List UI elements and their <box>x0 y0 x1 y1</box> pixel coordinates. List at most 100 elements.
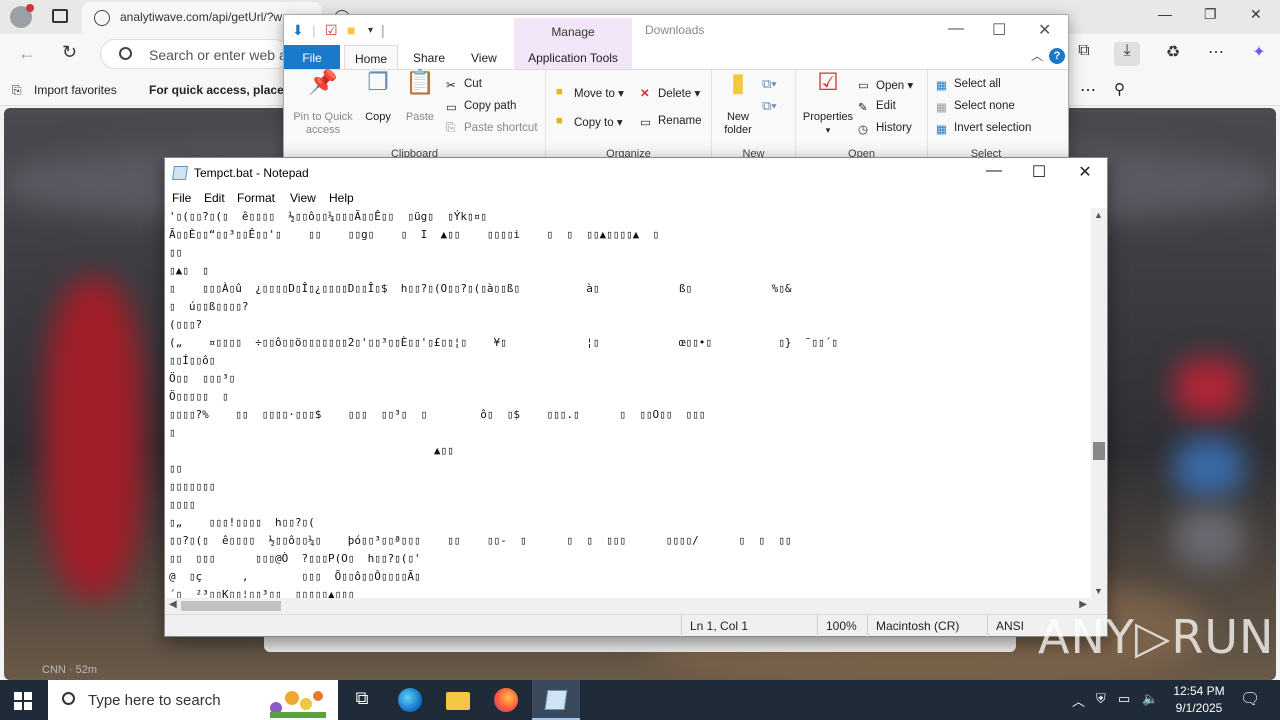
invert-selection-label: Invert selection <box>954 122 1032 134</box>
scroll-right-icon[interactable]: ▶ <box>1079 599 1087 610</box>
tab-application-tools[interactable]: Application Tools <box>514 45 632 69</box>
qat-dropdown-icon[interactable]: ▾ <box>368 25 373 36</box>
security-tray-icon[interactable]: ⛨ <box>1096 691 1106 707</box>
pin-label: Pin to Quick access <box>293 111 353 136</box>
rename-button[interactable]: ▭ Rename <box>640 115 701 129</box>
horizontal-scroll-thumb[interactable] <box>181 601 281 611</box>
menu-format[interactable]: Format <box>237 191 275 205</box>
invert-selection-button[interactable]: ▦ Invert selection <box>936 122 1032 136</box>
scroll-down-icon[interactable]: ▼ <box>1094 586 1103 596</box>
select-all-button[interactable]: ▦ Select all <box>936 78 1001 92</box>
organize-group: ■ Move to ▾ ■ Copy to ▾ ✕ Delete ▾ ▭ Ren… <box>546 70 712 160</box>
select-none-button[interactable]: ▦ Select none <box>936 100 1015 114</box>
folder-icon <box>446 692 470 710</box>
properties-button[interactable]: ☑ Properties ▾ <box>798 71 858 137</box>
copy-to-button[interactable]: ■ Copy to ▾ <box>556 115 623 129</box>
menu-view[interactable]: View <box>290 191 316 205</box>
taskbar-notepad[interactable] <box>532 680 580 720</box>
tab-file[interactable]: File <box>284 45 340 69</box>
back-icon[interactable]: ← <box>18 43 36 64</box>
menu-help[interactable]: Help <box>329 191 354 205</box>
import-favorites-link[interactable]: Import favorites <box>34 83 117 97</box>
menu-file[interactable]: File <box>172 191 191 205</box>
task-view-button[interactable]: ⧉ <box>338 680 386 720</box>
select-all-icon: ▦ <box>936 80 947 92</box>
reload-icon[interactable]: ↻ <box>62 42 77 63</box>
taskbar-search[interactable]: Type here to search <box>48 680 338 720</box>
taskbar-firefox[interactable] <box>482 680 530 720</box>
paste-shortcut-button[interactable]: ⎘ Paste shortcut <box>446 122 538 134</box>
taskbar-clock[interactable]: 12:54 PM 9/1/2025 <box>1168 683 1230 717</box>
copy-path-icon: ▭ <box>446 102 457 114</box>
more-options-icon[interactable]: ⋯ <box>1203 42 1229 66</box>
address-bar[interactable]: Search or enter web a <box>100 39 290 69</box>
new-folder-qat-icon[interactable]: ■ <box>347 22 355 38</box>
clipboard-group: 📌 Pin to Quick access ❐ Copy 📋 Paste ✂ C… <box>284 70 546 160</box>
scroll-up-icon[interactable]: ▲ <box>1094 210 1103 220</box>
taskbar-edge[interactable] <box>386 680 434 720</box>
browser-tab-url: analytiwave.com/api/getUrl/?w <box>120 10 283 24</box>
menu-edit[interactable]: Edit <box>204 191 225 205</box>
notepad-minimize-button[interactable]: — <box>971 162 1017 184</box>
tab-actions-icon[interactable] <box>52 9 68 23</box>
horizontal-scrollbar[interactable]: ◀ ▶ <box>165 598 1091 614</box>
notepad-close-button[interactable]: ✕ <box>1062 162 1108 184</box>
copilot-icon[interactable]: ✦ <box>1246 42 1272 66</box>
pin-to-quick-access-button[interactable]: 📌 Pin to Quick access <box>288 71 358 137</box>
vertical-scrollbar[interactable]: ▲ ▼ <box>1091 208 1107 598</box>
cut-button[interactable]: ✂ Cut <box>446 78 482 92</box>
volume-icon[interactable]: 🔈 <box>1142 691 1158 707</box>
delete-button[interactable]: ✕ Delete ▾ <box>640 86 700 100</box>
taskbar-file-explorer[interactable] <box>434 680 482 720</box>
downloads-icon[interactable]: ⤓ <box>1114 42 1140 66</box>
easy-access-icon[interactable]: ⧉▾ <box>762 98 777 114</box>
collapse-ribbon-icon[interactable]: ︿ <box>1031 47 1043 64</box>
task-view-icon: ⧉ <box>355 688 369 708</box>
move-to-button[interactable]: ■ Move to ▾ <box>556 86 624 100</box>
profile-avatar[interactable] <box>10 4 34 28</box>
browser-restore-button[interactable]: ❐ <box>1204 6 1217 23</box>
copy-path-button[interactable]: ▭ Copy path <box>446 100 516 114</box>
show-hidden-icons[interactable]: ︿ <box>1072 691 1085 710</box>
paste-shortcut-icon: ⎘ <box>446 122 456 134</box>
help-icon[interactable]: ? <box>1049 48 1065 64</box>
scissors-icon: ✂ <box>446 80 456 92</box>
network-icon[interactable]: ▭ <box>1118 691 1130 707</box>
tab-share[interactable]: Share <box>413 51 445 65</box>
paste-button[interactable]: 📋 Paste <box>401 71 439 124</box>
properties-qat-icon[interactable]: ☑ <box>325 22 338 39</box>
notepad-icon <box>544 690 568 710</box>
ribbon-tabs: File Home Share View Application Tools ︿… <box>284 45 1068 70</box>
vertical-scroll-thumb[interactable] <box>1093 442 1105 460</box>
more-icon[interactable]: ⋯ <box>1080 80 1096 100</box>
explorer-close-button[interactable]: ✕ <box>1038 20 1051 40</box>
move-to-label: Move to <box>574 88 615 100</box>
edit-button[interactable]: ✎ Edit <box>858 100 896 114</box>
folder-icon: ▮ <box>730 67 746 97</box>
status-zoom: 100% <box>817 615 867 637</box>
notifications-icon[interactable]: 🗨 <box>1240 689 1260 709</box>
tab-home[interactable]: Home <box>344 45 399 70</box>
open-button[interactable]: ▭ Open ▾ <box>858 78 913 92</box>
move-to-icon: ■ <box>556 86 563 98</box>
new-item-icon[interactable]: ⧉▾ <box>762 76 777 92</box>
scroll-left-icon[interactable]: ◀ <box>169 599 177 610</box>
new-folder-button[interactable]: ▮ New folder <box>716 67 760 137</box>
tab-view[interactable]: View <box>471 51 497 65</box>
copy-to-label: Copy to <box>574 117 614 129</box>
explorer-minimize-button[interactable]: — <box>948 20 964 38</box>
notepad-maximize-button[interactable]: ☐ <box>1016 162 1062 184</box>
copy-to-icon: ■ <box>556 115 563 127</box>
notepad-text-area[interactable]: '▯(▯▯?▯(▯ ê▯▯▯▯ ½▯▯ô▯▯¼▯▯▯Ã▯▯Ê▯▯ ▯üg▯ ▯Ý… <box>167 208 1091 598</box>
history-button[interactable]: ◷ History <box>858 122 912 136</box>
performance-icon[interactable]: ♻ <box>1160 42 1186 66</box>
browser-close-button[interactable]: ✕ <box>1250 6 1262 23</box>
collections-icon[interactable]: ⧉ <box>1071 42 1097 66</box>
open-label: Open <box>876 80 905 92</box>
pin-icon[interactable]: ⚲ <box>1114 80 1125 98</box>
windows-logo-tile <box>14 702 22 710</box>
copy-button[interactable]: ❐ Copy <box>360 71 396 124</box>
explorer-maximize-button[interactable]: ☐ <box>992 20 1006 40</box>
start-button[interactable] <box>14 692 32 710</box>
browser-minimize-button[interactable]: — <box>1158 6 1172 22</box>
